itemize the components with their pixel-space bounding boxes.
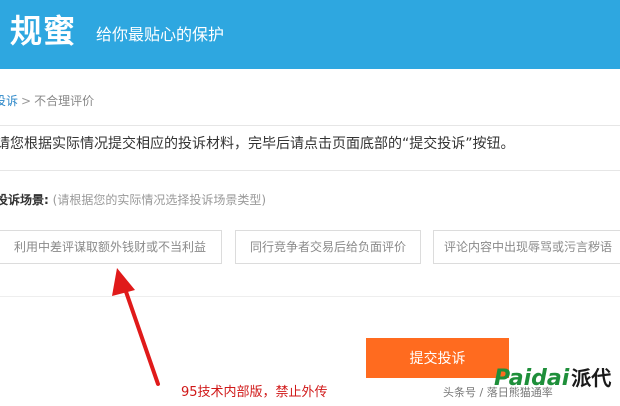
logo-latin: Paidai	[494, 366, 570, 391]
paidai-logo: Paidai 派代	[494, 365, 611, 392]
red-arrow-icon	[112, 268, 160, 386]
annotation-text: 95技术内部版，禁止外传	[181, 385, 328, 400]
logo-cn: 派代	[571, 366, 612, 390]
